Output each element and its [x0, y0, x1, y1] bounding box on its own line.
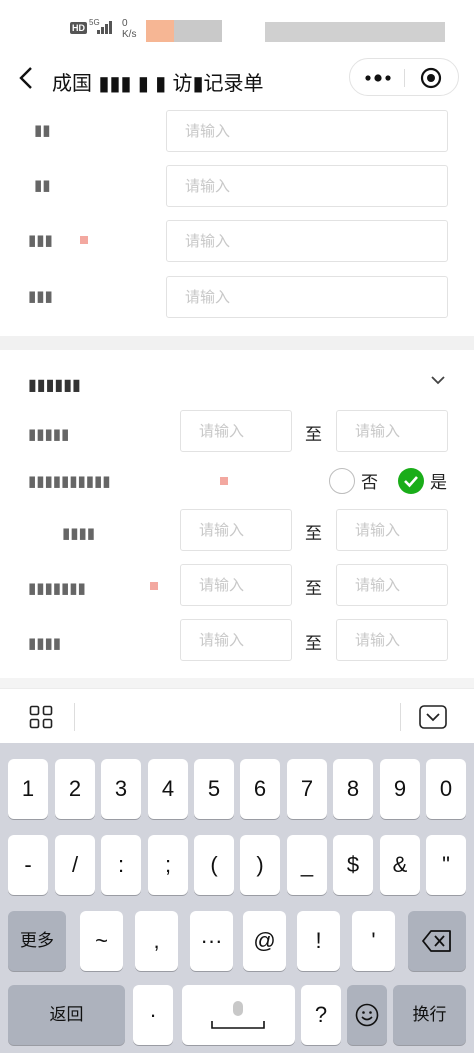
field-label: ▮▮▮▮▮▮▮	[28, 579, 86, 597]
grid-icon[interactable]	[29, 705, 53, 729]
check-icon	[404, 476, 418, 488]
key-paren-close[interactable]: )	[240, 835, 280, 895]
key-comma[interactable]: ,	[135, 911, 178, 971]
key-8[interactable]: 8	[333, 759, 373, 819]
redacted-status	[265, 22, 445, 42]
section-divider	[0, 678, 474, 688]
keyboard-toolbar	[0, 688, 474, 743]
range-to-input[interactable]: 请输入	[336, 619, 448, 661]
section-divider	[0, 336, 474, 350]
key-ellipsis[interactable]: ···	[190, 911, 233, 971]
keyboard: 1 2 3 4 5 6 7 8 9 0 - / : ; ( ) _ $ & " …	[0, 743, 474, 1053]
toolbar-divider	[400, 703, 401, 731]
key-5[interactable]: 5	[194, 759, 234, 819]
radio-no-label: 否	[361, 473, 378, 493]
key-at[interactable]: @	[243, 911, 286, 971]
mini-program-capsule	[349, 58, 459, 96]
microphone-icon	[211, 1001, 265, 1029]
delete-key[interactable]	[408, 911, 466, 971]
range-from-input[interactable]: 请输入	[180, 564, 292, 606]
more-symbols-key[interactable]: 更多	[8, 911, 66, 971]
key-middle-dot[interactable]: ·	[133, 985, 173, 1045]
emoji-icon	[355, 1003, 379, 1027]
key-exclamation[interactable]: !	[297, 911, 340, 971]
range-from-input[interactable]: 请输入	[180, 509, 292, 551]
key-slash[interactable]: /	[55, 835, 95, 895]
key-paren-open[interactable]: (	[194, 835, 234, 895]
key-6[interactable]: 6	[240, 759, 280, 819]
signal-icon	[97, 21, 112, 34]
network-speed: 0 K/s	[122, 18, 137, 40]
back-arrow-icon[interactable]	[14, 64, 40, 92]
target-close-icon[interactable]	[420, 67, 442, 89]
field-label: ▮▮	[34, 121, 51, 139]
text-input[interactable]: 请输入	[166, 276, 448, 318]
field-label: ▮▮	[34, 176, 51, 194]
newline-key[interactable]: 换行	[393, 985, 466, 1045]
hd-badge: HD	[70, 22, 87, 34]
key-7[interactable]: 7	[287, 759, 327, 819]
range-to-input[interactable]: 请输入	[336, 564, 448, 606]
range-from-input[interactable]: 请输入	[180, 410, 292, 452]
backspace-icon	[422, 930, 451, 952]
radio-yes-checked[interactable]	[398, 468, 424, 494]
required-mark	[80, 236, 88, 244]
more-dots-icon[interactable]	[362, 67, 394, 89]
text-input[interactable]: 请输入	[166, 110, 448, 152]
field-label: ▮▮▮	[28, 287, 53, 305]
field-label: ▮▮▮	[28, 231, 53, 249]
emoji-key[interactable]	[347, 985, 387, 1045]
section-title: ▮▮▮▮▮▮	[28, 375, 81, 394]
range-to-input[interactable]: 请输入	[336, 509, 448, 551]
range-separator: 至	[305, 634, 322, 654]
required-mark	[150, 582, 158, 590]
range-to-input[interactable]: 请输入	[336, 410, 448, 452]
key-dash[interactable]: -	[8, 835, 48, 895]
keyboard-hide-icon[interactable]	[419, 705, 447, 729]
key-apostrophe[interactable]: '	[352, 911, 395, 971]
space-key[interactable]	[182, 985, 295, 1045]
toolbar-divider	[74, 703, 75, 731]
range-separator: 至	[305, 524, 322, 544]
range-separator: 至	[305, 425, 322, 445]
redacted-status	[174, 20, 222, 42]
radio-no[interactable]	[329, 468, 355, 494]
radio-yes-label: 是	[430, 473, 447, 493]
range-from-input[interactable]: 请输入	[180, 619, 292, 661]
key-ampersand[interactable]: &	[380, 835, 420, 895]
capsule-divider	[404, 69, 405, 87]
page-title: 成国 ▮▮▮ ▮ ▮ 访▮记录单	[52, 71, 264, 95]
return-key[interactable]: 返回	[8, 985, 125, 1045]
key-1[interactable]: 1	[8, 759, 48, 819]
key-2[interactable]: 2	[55, 759, 95, 819]
key-0[interactable]: 0	[426, 759, 466, 819]
text-input[interactable]: 请输入	[166, 220, 448, 262]
key-tilde[interactable]: ~	[80, 911, 123, 971]
key-4[interactable]: 4	[148, 759, 188, 819]
range-separator: 至	[305, 579, 322, 599]
key-quote[interactable]: "	[426, 835, 466, 895]
key-underscore[interactable]: _	[287, 835, 327, 895]
text-input[interactable]: 请输入	[166, 165, 448, 207]
field-label: ▮▮▮▮	[62, 524, 96, 542]
key-dollar[interactable]: $	[333, 835, 373, 895]
chevron-down-icon[interactable]	[428, 370, 448, 390]
required-mark	[220, 477, 228, 485]
field-label: ▮▮▮▮	[28, 634, 62, 652]
field-label: ▮▮▮▮▮	[28, 425, 70, 443]
field-label: ▮▮▮▮▮▮▮▮▮▮	[28, 472, 111, 490]
key-semicolon[interactable]: ;	[148, 835, 188, 895]
key-9[interactable]: 9	[380, 759, 420, 819]
status-bar: HD 5G 0 K/s	[0, 0, 474, 48]
redacted-status	[146, 20, 174, 42]
key-colon[interactable]: :	[101, 835, 141, 895]
key-3[interactable]: 3	[101, 759, 141, 819]
key-question[interactable]: ?	[301, 985, 341, 1045]
nav-bar: 成国 ▮▮▮ ▮ ▮ 访▮记录单	[0, 48, 474, 108]
